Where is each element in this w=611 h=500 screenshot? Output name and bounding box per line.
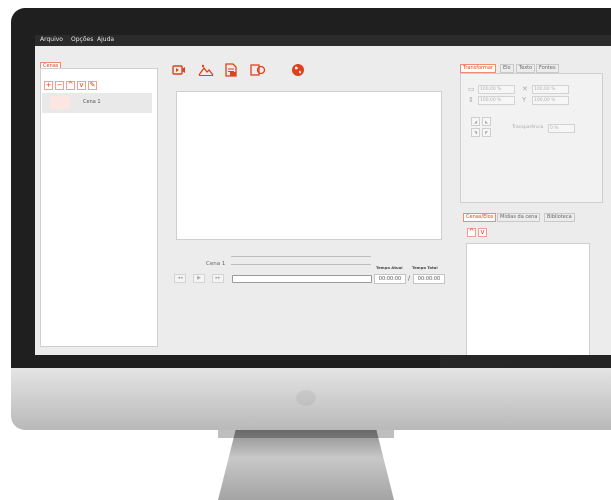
tab-transformar[interactable]: Transformar [460,64,496,73]
tab-biblioteca[interactable]: Biblioteca [544,213,575,222]
total-time-field: 00:00:00 [413,274,445,284]
move-up-button[interactable]: ^ [66,81,75,90]
library-list[interactable] [466,243,590,355]
timeline-track-line [231,264,371,265]
scene-thumbnail [50,96,70,109]
tab-texto[interactable]: Texto [516,64,536,73]
stand-shadow [218,430,394,438]
play-button[interactable]: ▶ [193,274,205,283]
timeline-scene-label: Cena 1 [206,261,226,267]
align-top-right-icon[interactable]: ◣ [482,117,491,126]
tab-fontes[interactable]: Fontes [536,64,559,73]
total-time-label: Tempo Total [412,265,438,270]
rewind-button[interactable]: ◂◂ [174,274,186,283]
transparency-field[interactable]: 0 % [548,124,575,133]
move-down-button[interactable]: v [77,81,86,90]
monitor-stand [218,430,394,500]
pos-y-field[interactable]: 100,00 % [532,96,569,105]
library-up-button[interactable]: ^ [467,228,476,237]
menu-bar: Arquivo Opções Ajuda [35,35,611,46]
pos-x-icon: ✕ [522,85,528,93]
transparency-label: Transparência [512,125,544,130]
globe-icon[interactable] [291,63,305,77]
pos-x-field[interactable]: 100,00 % [532,85,569,94]
edit-scene-button[interactable]: ✎ [88,81,97,90]
tab-cenas-elos[interactable]: Cenas/Elos [463,213,497,222]
menu-arquivo[interactable]: Arquivo [40,36,63,44]
tab-elo[interactable]: Elo [500,64,514,73]
current-time-field[interactable]: 00:00:00 [374,274,406,284]
library-panel: Cenas/Elos Mídias da cena Biblioteca ^ v [463,213,591,355]
current-time-label: Tempo Atual [376,265,403,270]
scene-canvas[interactable] [176,91,442,240]
align-top-left-icon[interactable]: ◢ [471,117,480,126]
align-bottom-left-icon[interactable]: ◥ [471,128,480,137]
align-bottom-right-icon[interactable]: ◤ [482,128,491,137]
timeline-progress-bar[interactable] [232,275,372,283]
forward-button[interactable]: ▸▸ [212,274,224,283]
library-down-button[interactable]: v [478,228,487,237]
time-separator: / [408,275,411,282]
tab-midias-da-cena[interactable]: Mídias da cena [497,213,541,222]
remove-scene-button[interactable]: − [55,81,64,90]
add-scene-button[interactable]: + [44,81,53,90]
document-icon[interactable] [224,63,238,77]
shape-icon[interactable] [250,63,266,77]
scale-height-field[interactable]: 100,00 % [478,96,515,105]
scale-width-icon: ▭ [468,85,475,93]
scale-width-field[interactable]: 100,00 % [478,85,515,94]
timeline-top-line [231,256,371,257]
scale-height-icon: ⇕ [468,96,474,104]
menu-ajuda[interactable]: Ajuda [97,36,114,44]
scene-item-label: Cena 1 [83,99,101,105]
apple-logo-icon [296,390,316,406]
menu-opcoes[interactable]: Opções [71,36,93,44]
image-icon[interactable] [198,63,214,77]
video-icon[interactable] [172,63,186,77]
pos-y-icon: Y [522,96,527,104]
app-window: Arquivo Opções Ajuda Cenas + − ^ v ✎ Cen… [35,35,611,355]
